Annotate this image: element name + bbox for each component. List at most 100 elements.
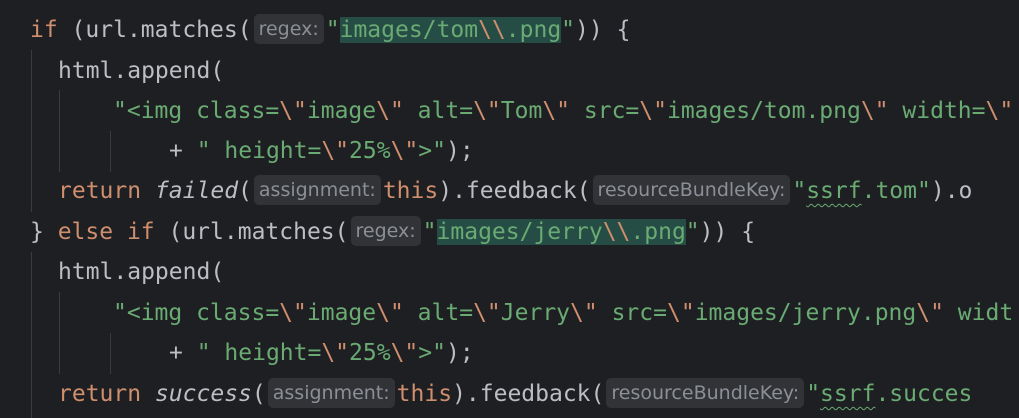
code-text: ).o bbox=[930, 178, 973, 204]
string-quote: " bbox=[325, 17, 340, 43]
operator: + bbox=[169, 340, 197, 366]
code-line-4[interactable]: + " height=\"25%\">"); bbox=[169, 131, 474, 171]
string-literal: image bbox=[306, 98, 377, 124]
indent-guide bbox=[110, 131, 111, 172]
param-hint-regex: regex: bbox=[350, 216, 421, 246]
escape-sequence: \" bbox=[860, 98, 889, 124]
code-text: ); bbox=[445, 340, 474, 366]
code-line-3[interactable]: "<img class=\"image\" alt=\"Tom\" src=\"… bbox=[113, 91, 1013, 131]
code-text: )) { bbox=[575, 17, 631, 43]
string-literal: "<img class= bbox=[113, 98, 280, 124]
keyword: this bbox=[396, 381, 453, 407]
method-call: success bbox=[154, 381, 252, 407]
string-literal: Jerry bbox=[500, 300, 571, 326]
string-literal: images/tom bbox=[339, 17, 479, 43]
param-hint-resource-bundle-key: resourceBundleKey: bbox=[592, 175, 791, 205]
string-literal: images/jerry.png bbox=[694, 300, 917, 326]
string-literal: .png bbox=[505, 17, 562, 43]
code-text: ( bbox=[251, 381, 266, 407]
code-line-2[interactable]: html.append( bbox=[58, 51, 224, 91]
escape-sequence: \\ bbox=[478, 17, 506, 43]
string-literal: .png bbox=[630, 219, 686, 245]
code-text: (url.matches( bbox=[154, 219, 349, 245]
regex-highlight: images/tom\\.png bbox=[339, 17, 562, 43]
string-literal: "<img class= bbox=[113, 300, 280, 326]
param-hint-resource-bundle-key: resourceBundleKey: bbox=[606, 378, 805, 408]
string-quote: " bbox=[806, 381, 821, 407]
keyword: if bbox=[30, 17, 58, 43]
keyword: return bbox=[58, 381, 142, 407]
code-line-7[interactable]: html.append( bbox=[58, 252, 224, 292]
string-quote: " bbox=[561, 17, 576, 43]
escape-sequence: \" bbox=[390, 340, 419, 366]
code-text: ( bbox=[238, 178, 252, 204]
code-line-5[interactable]: return failed(assignment: this).feedback(… bbox=[58, 171, 972, 211]
string-literal: >" bbox=[418, 340, 446, 366]
string-literal: width= bbox=[888, 98, 986, 124]
string-literal: Tom bbox=[500, 98, 543, 124]
escape-sequence: \\ bbox=[602, 219, 631, 245]
code-text: ).feedback( bbox=[438, 178, 591, 204]
string-literal: " height= bbox=[196, 138, 322, 164]
code-text: } bbox=[30, 219, 58, 245]
escape-sequence: \" bbox=[321, 340, 350, 366]
string-quote: " bbox=[685, 219, 700, 245]
keyword: return bbox=[58, 178, 142, 204]
escape-sequence: \" bbox=[279, 98, 307, 124]
code-text: )) { bbox=[699, 219, 756, 245]
escape-sequence: \" bbox=[473, 300, 501, 326]
escape-sequence: \" bbox=[570, 300, 598, 326]
escape-sequence: \" bbox=[321, 138, 350, 164]
code-line-8[interactable]: "<img class=\"image\" alt=\"Jerry\" src=… bbox=[113, 293, 1013, 333]
indent-guide bbox=[59, 292, 60, 374]
escape-sequence: \" bbox=[376, 300, 404, 326]
indent-guide bbox=[110, 333, 111, 374]
string-literal: src= bbox=[597, 300, 667, 326]
keyword: this bbox=[382, 178, 439, 204]
string-literal: images/tom.png bbox=[666, 98, 861, 124]
string-literal: 25% bbox=[349, 340, 391, 366]
code-text: html.append( bbox=[58, 259, 225, 285]
indent-guide bbox=[59, 90, 60, 172]
string-literal: " height= bbox=[196, 340, 322, 366]
escape-sequence: \" bbox=[376, 98, 404, 124]
indent-guide bbox=[31, 252, 32, 418]
param-hint-assignment: assignment: bbox=[267, 378, 395, 408]
string-literal: widt bbox=[943, 300, 1014, 326]
method-call: failed bbox=[154, 178, 239, 204]
string-literal: image bbox=[306, 300, 377, 326]
string-literal: alt= bbox=[403, 300, 474, 326]
code-editor[interactable]: if (url.matches(regex: "images/tom\\.png"… bbox=[0, 0, 1019, 418]
code-line-9[interactable]: + " height=\"25%\">"); bbox=[169, 333, 474, 373]
escape-sequence: \" bbox=[390, 138, 419, 164]
escape-sequence: \" bbox=[916, 300, 944, 326]
string-literal: src= bbox=[570, 98, 640, 124]
code-line-1[interactable]: if (url.matches(regex: "images/tom\\.png"… bbox=[30, 10, 630, 50]
spell-check-word: ssrf bbox=[806, 178, 862, 204]
string-literal: alt= bbox=[403, 98, 474, 124]
regex-highlight: images/jerry\\.png bbox=[436, 219, 686, 245]
escape-sequence: \" bbox=[985, 98, 1014, 124]
string-literal: images/jerry bbox=[436, 219, 603, 245]
code-line-10[interactable]: return success(assignment: this).feedback… bbox=[58, 374, 972, 414]
string-literal: >" bbox=[418, 138, 446, 164]
escape-sequence: \" bbox=[639, 98, 667, 124]
code-text: html.append( bbox=[58, 58, 225, 84]
escape-sequence: \" bbox=[542, 98, 571, 124]
indent-guide bbox=[31, 50, 32, 212]
string-literal: .succes bbox=[875, 381, 973, 407]
code-text: ); bbox=[445, 138, 474, 164]
string-quote: " bbox=[792, 178, 807, 204]
code-line-6[interactable]: } else if (url.matches(regex: "images/jer… bbox=[30, 212, 755, 252]
escape-sequence: \" bbox=[279, 300, 307, 326]
code-text: ).feedback( bbox=[452, 381, 605, 407]
spell-check-word: ssrf bbox=[820, 381, 876, 407]
keyword: else if bbox=[57, 219, 155, 245]
string-literal: 25% bbox=[349, 138, 391, 164]
escape-sequence: \" bbox=[666, 300, 695, 326]
escape-sequence: \" bbox=[473, 98, 501, 124]
code-text: (url.matches( bbox=[57, 17, 252, 43]
param-hint-assignment: assignment: bbox=[253, 175, 381, 205]
param-hint-regex: regex: bbox=[253, 14, 324, 44]
string-quote: " bbox=[422, 219, 437, 245]
